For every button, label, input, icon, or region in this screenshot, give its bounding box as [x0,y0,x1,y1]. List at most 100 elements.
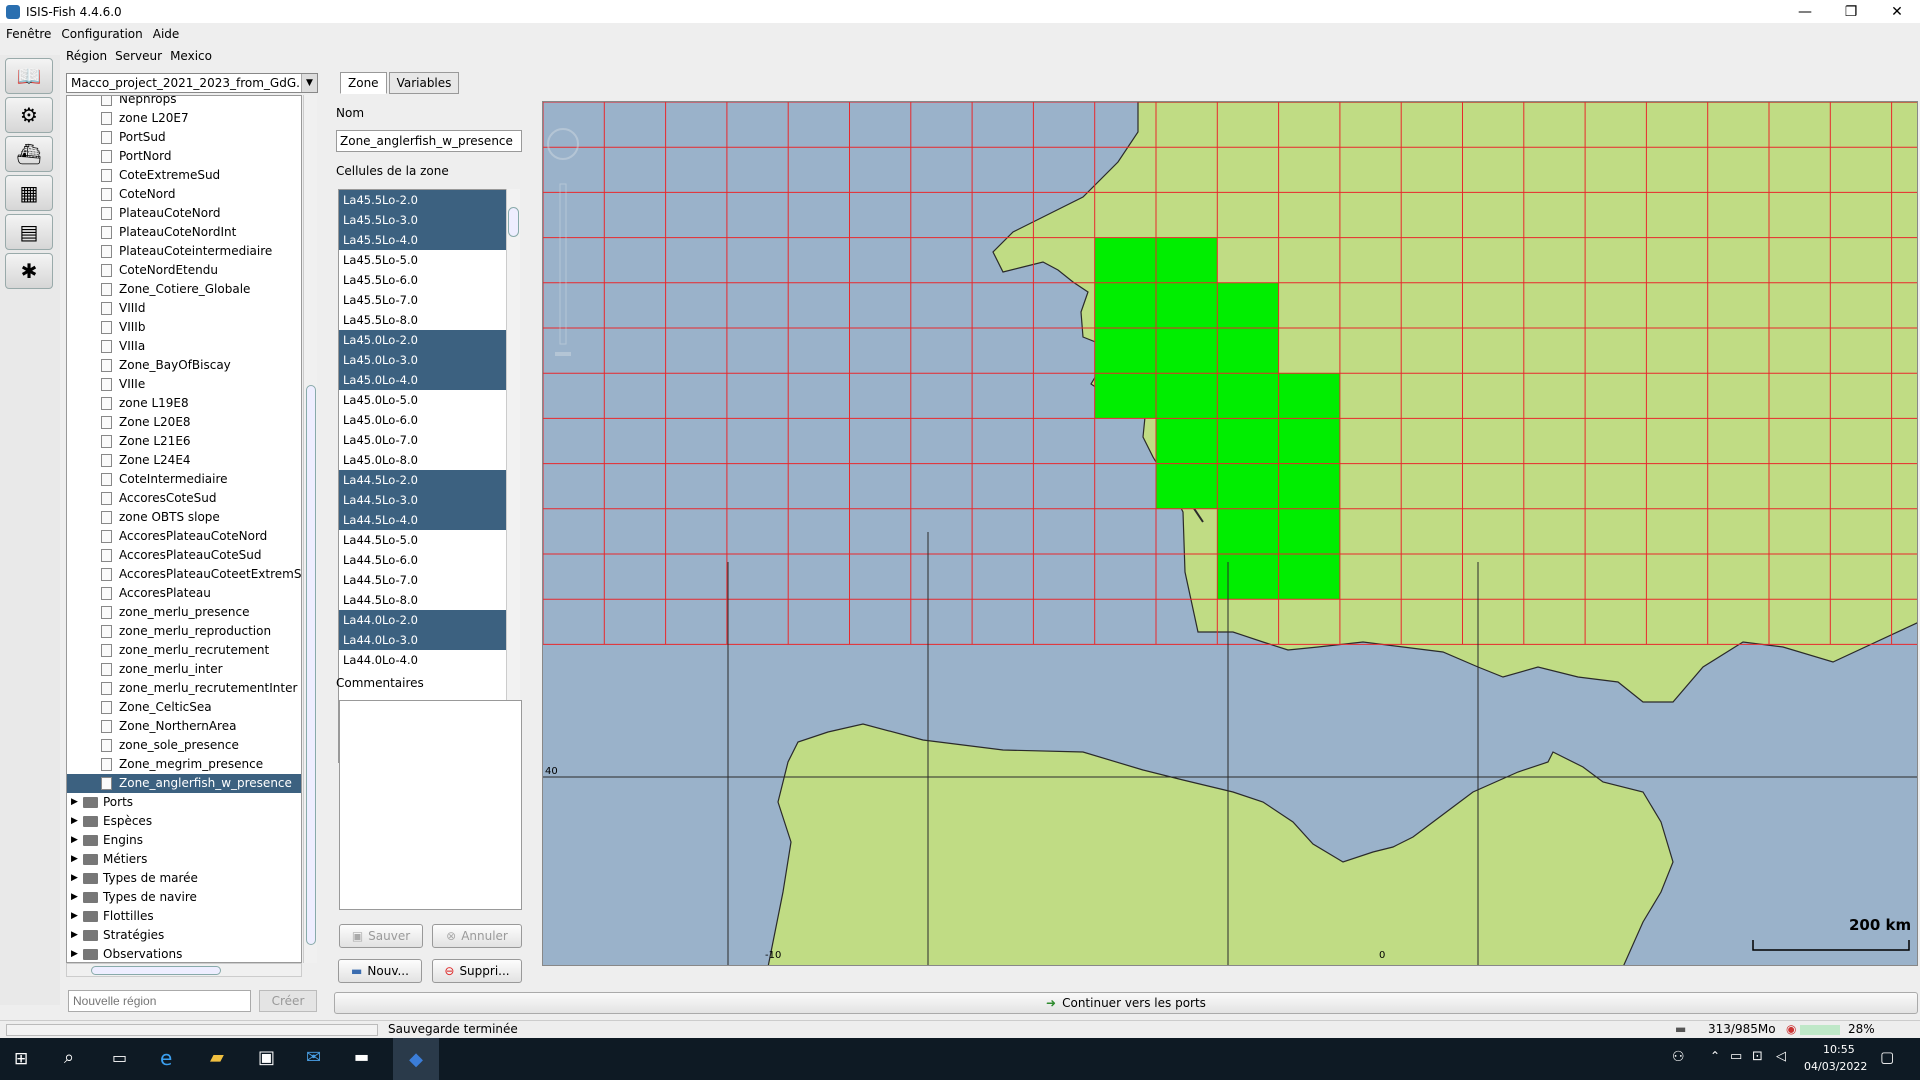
create-button[interactable]: Créer [259,990,317,1012]
zone-cell[interactable] [1217,328,1279,374]
tree-leaf[interactable]: Zone_CelticSea [67,698,301,717]
zone-cell-item[interactable]: La45.5Lo-6.0 [339,270,509,290]
battery-icon[interactable]: ▭ [1730,1049,1742,1064]
tree-leaf[interactable]: zone_merlu_recrutement [67,641,301,660]
tree-leaf[interactable]: zone_sole_presence [67,736,301,755]
zone-cell-item[interactable]: La44.0Lo-2.0 [339,610,509,630]
tree-folder[interactable]: ▶ Types de marée [67,869,301,888]
tree-leaf[interactable]: AccoresPlateauCoteSud [67,546,301,565]
explorer-icon[interactable]: ▰ [210,1047,224,1068]
continue-button[interactable]: ➜ Continuer vers les ports [334,992,1918,1014]
zone-cell-item[interactable]: La45.5Lo-4.0 [339,230,509,250]
fish-icon[interactable]: ✱ [5,253,53,289]
zone-cell-item[interactable]: La44.5Lo-8.0 [339,590,509,610]
zone-cell-item[interactable]: La45.0Lo-5.0 [339,390,509,410]
store-icon[interactable]: ▣ [258,1047,275,1068]
boat-icon[interactable]: ⛴ [5,136,53,172]
tree-leaf[interactable]: Zone_Cotiere_Globale [67,280,301,299]
tree-leaf[interactable]: CoteExtremeSud [67,166,301,185]
tree-leaf[interactable]: Nephrops [67,96,301,109]
scroll-thumb[interactable] [91,966,221,975]
save-button[interactable]: ▣ Sauver [339,924,423,948]
tree-folder[interactable]: ▶ Espèces [67,812,301,831]
zone-cell[interactable] [1156,418,1218,464]
expand-icon[interactable]: ▶ [71,945,78,962]
tree-leaf[interactable]: VIIIa [67,337,301,356]
zone-cell[interactable] [1217,554,1279,600]
tree-vertical-scrollbar[interactable] [303,95,317,963]
tree-leaf[interactable]: AccoresPlateau [67,584,301,603]
zone-cell[interactable] [1156,328,1218,374]
terminal-icon[interactable]: ▬ [354,1047,369,1066]
expand-icon[interactable]: ▶ [71,926,78,945]
tree-leaf[interactable]: zone_merlu_recrutementInter [67,679,301,698]
tree-leaf[interactable]: zone_merlu_inter [67,660,301,679]
expand-icon[interactable]: ▶ [71,793,78,812]
document-icon[interactable]: ▤ [5,214,53,250]
close-button[interactable]: ✕ [1874,0,1920,23]
project-select[interactable]: Macco_project_2021_2023_from_GdG... ▼ [66,73,318,93]
comments-textarea[interactable] [339,700,522,910]
menu-mexico[interactable]: Mexico [170,49,212,65]
zone-cell[interactable] [1156,373,1218,419]
zone-cell-item[interactable]: La45.0Lo-8.0 [339,450,509,470]
expand-icon[interactable]: ▶ [71,869,78,888]
tree-folder[interactable]: ▶ Engins [67,831,301,850]
zone-cell[interactable] [1217,418,1279,464]
tree-folder[interactable]: ▶ Flottilles [67,907,301,926]
simulation-icon[interactable]: ⚙ [5,97,53,133]
expand-icon[interactable]: ▶ [71,831,78,850]
edge-icon[interactable]: e [160,1046,172,1070]
zone-cell-item[interactable]: La44.5Lo-6.0 [339,550,509,570]
network-icon[interactable]: ⊡ [1752,1049,1763,1064]
search-icon[interactable]: ⌕ [64,1047,74,1068]
zone-cell[interactable] [1094,328,1156,374]
maximize-button[interactable]: ❐ [1828,0,1874,23]
tree-leaf[interactable]: CoteNord [67,185,301,204]
tree-leaf[interactable]: zone_merlu_reproduction [67,622,301,641]
isis-fish-task-icon[interactable]: ◆ [393,1038,439,1080]
cells-scrollbar[interactable] [506,189,520,763]
tree-leaf[interactable]: PlateauCoteintermediaire [67,242,301,261]
tree-leaf[interactable]: PlateauCoteNordInt [67,223,301,242]
zone-cell[interactable] [1217,373,1279,419]
zone-cell-item[interactable]: La45.5Lo-3.0 [339,210,509,230]
tree-leaf[interactable]: Zone_megrim_presence [67,755,301,774]
zone-cell[interactable] [1217,508,1279,554]
region-tree[interactable]: Nephrops zone L20E7 PortSud PortNord CoteExt… [66,95,302,963]
windows-start-icon[interactable]: ⊞ [14,1049,28,1069]
calculator-icon[interactable]: ▦ [5,175,53,211]
tree-leaf[interactable]: zone L20E7 [67,109,301,128]
menu-configuration[interactable]: Configuration [61,27,142,41]
tab-zone[interactable]: Zone [340,72,387,94]
scroll-thumb[interactable] [306,385,316,945]
tree-leaf[interactable]: zone L19E8 [67,394,301,413]
new-button[interactable]: ▬ Nouv... [338,959,422,983]
tree-folder[interactable]: ▶ Observations [67,945,301,962]
volume-icon[interactable]: ◁ [1776,1049,1786,1064]
minimize-button[interactable]: — [1782,0,1828,23]
zone-cell[interactable] [1217,463,1279,509]
zone-cell-item[interactable]: La45.0Lo-3.0 [339,350,509,370]
menu-serveur[interactable]: Serveur [115,49,162,65]
tree-leaf[interactable]: zone_merlu_presence [67,603,301,622]
zone-cell[interactable] [1217,282,1279,328]
people-icon[interactable]: ⚇ [1672,1049,1685,1065]
notifications-icon[interactable]: ▢ [1880,1048,1894,1066]
tab-variables[interactable]: Variables [388,72,460,94]
tree-leaf[interactable]: VIIIb [67,318,301,337]
tree-leaf[interactable]: PortNord [67,147,301,166]
expand-icon[interactable]: ▶ [71,850,78,869]
zone-cell[interactable] [1094,237,1156,283]
tree-leaf[interactable]: VIIIe [67,375,301,394]
tree-leaf[interactable]: Zone L24E4 [67,451,301,470]
tree-leaf[interactable]: VIIId [67,299,301,318]
zone-cell-item[interactable]: La44.0Lo-3.0 [339,630,509,650]
menu-aide[interactable]: Aide [153,27,180,41]
tree-leaf[interactable]: Zone L20E8 [67,413,301,432]
tree-folder[interactable]: ▶ Types de navire [67,888,301,907]
tree-folder[interactable]: ▶ Stratégies [67,926,301,945]
zone-cell-item[interactable]: La44.5Lo-7.0 [339,570,509,590]
new-region-input[interactable] [68,990,251,1012]
tree-leaf[interactable]: Zone_BayOfBiscay [67,356,301,375]
